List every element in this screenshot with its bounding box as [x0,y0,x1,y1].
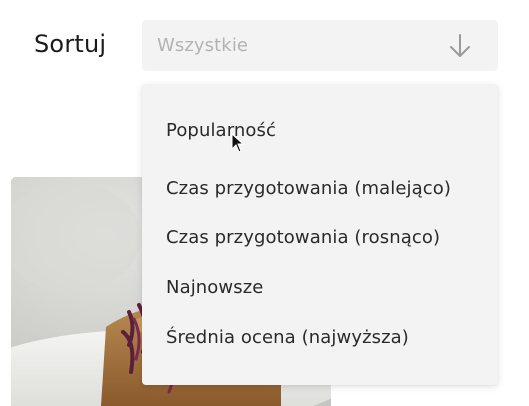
sort-select-value: Wszystkie [157,35,249,56]
sort-label: Sortuj [34,30,107,58]
sort-option-popularity[interactable]: Popularność [166,120,276,141]
sort-option-prep-time-asc[interactable]: Czas przygotowania (rosnąco) [166,227,440,248]
mouse-cursor-icon [231,133,245,153]
sort-select[interactable]: Wszystkie [142,20,498,71]
sort-option-prep-time-desc[interactable]: Czas przygotowania (malejąco) [166,178,451,199]
sort-option-rating-highest[interactable]: Średnia ocena (najwyższa) [166,327,409,348]
arrow-down-icon [450,34,470,57]
sort-dropdown-menu: Popularność Czas przygotowania (malejąco… [142,84,498,385]
page: Sortuj Wszystkie Popularność Czas przygo… [0,0,529,406]
sort-option-newest[interactable]: Najnowsze [166,277,263,298]
